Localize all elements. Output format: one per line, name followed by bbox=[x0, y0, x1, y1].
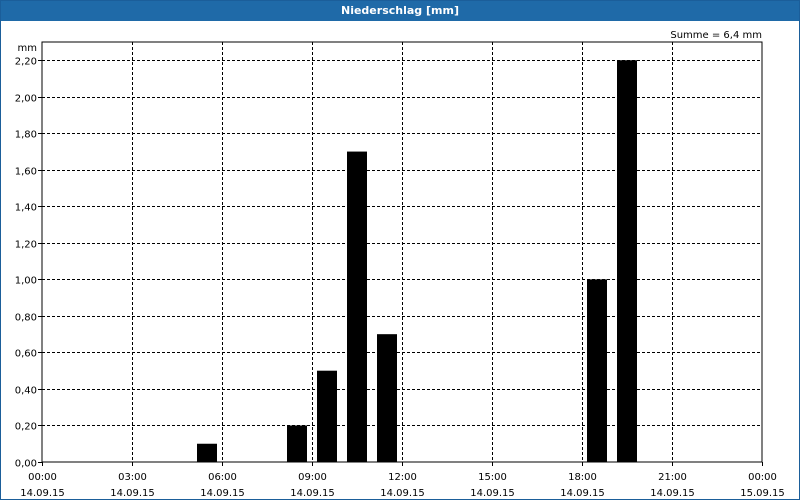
x-tick-time-label: 21:00 bbox=[658, 472, 687, 483]
x-tick-time-label: 06:00 bbox=[208, 472, 237, 483]
sum-annotation: Summe = 6,4 mm bbox=[670, 30, 762, 41]
bar bbox=[287, 425, 307, 462]
y-tick-label: 2,00 bbox=[15, 94, 37, 105]
x-tick-time-label: 18:00 bbox=[568, 472, 597, 483]
bar bbox=[347, 151, 367, 462]
bar bbox=[317, 370, 337, 462]
x-tick-date-label: 14.09.15 bbox=[380, 488, 425, 499]
bar bbox=[377, 334, 397, 462]
x-tick-time-label: 03:00 bbox=[118, 472, 147, 483]
bar bbox=[617, 60, 637, 463]
bar bbox=[197, 443, 217, 462]
x-axis-ticks: 00:00 14.09.15 03:00 14.09.15 06:00 14.09.15 0… bbox=[20, 462, 785, 499]
x-tick-date-label: 14.09.15 bbox=[470, 488, 515, 499]
y-tick-label: 0,00 bbox=[15, 459, 37, 470]
y-tick-label: 0,40 bbox=[15, 386, 37, 397]
y-axis-unit-label: mm bbox=[18, 43, 37, 54]
x-tick-date-label: 14.09.15 bbox=[290, 488, 335, 499]
y-tick-label: 1,60 bbox=[15, 167, 37, 178]
x-tick-time-label: 09:00 bbox=[298, 472, 327, 483]
y-tick-label: 1,40 bbox=[15, 203, 37, 214]
x-tick-time-label: 15:00 bbox=[478, 472, 507, 483]
y-axis-ticks: 0,00 0,20 0,40 0,60 0,80 1,00 1,20 1,40 1,60 1,80… bbox=[15, 57, 42, 470]
x-tick-time-label: 00:00 bbox=[28, 472, 57, 483]
x-tick-date-label: 14.09.15 bbox=[200, 488, 245, 499]
x-tick-date-label: 14.09.15 bbox=[20, 488, 65, 499]
grid-lines bbox=[42, 42, 762, 462]
x-tick-time-label: 12:00 bbox=[388, 472, 417, 483]
x-tick-date-label: 14.09.15 bbox=[110, 488, 155, 499]
y-tick-label: 2,20 bbox=[15, 57, 37, 68]
bars bbox=[197, 60, 637, 463]
y-tick-label: 1,00 bbox=[15, 276, 37, 287]
bar bbox=[587, 279, 607, 462]
y-tick-label: 0,60 bbox=[15, 349, 37, 360]
chart-window: Niederschlag [mm] 0,00 0,20 0,40 0,60 0,80 1,… bbox=[0, 0, 800, 500]
precipitation-chart: 0,00 0,20 0,40 0,60 0,80 1,00 1,20 1,40 1,60 1,80… bbox=[15, 30, 785, 499]
x-tick-date-label: 15.09.15 bbox=[740, 488, 785, 499]
y-tick-label: 0,20 bbox=[15, 422, 37, 433]
x-tick-date-label: 14.09.15 bbox=[560, 488, 605, 499]
x-tick-time-label: 00:00 bbox=[748, 472, 777, 483]
y-tick-label: 0,80 bbox=[15, 313, 37, 324]
y-tick-label: 1,80 bbox=[15, 130, 37, 141]
x-tick-date-label: 14.09.15 bbox=[650, 488, 695, 499]
y-tick-label: 1,20 bbox=[15, 240, 37, 251]
